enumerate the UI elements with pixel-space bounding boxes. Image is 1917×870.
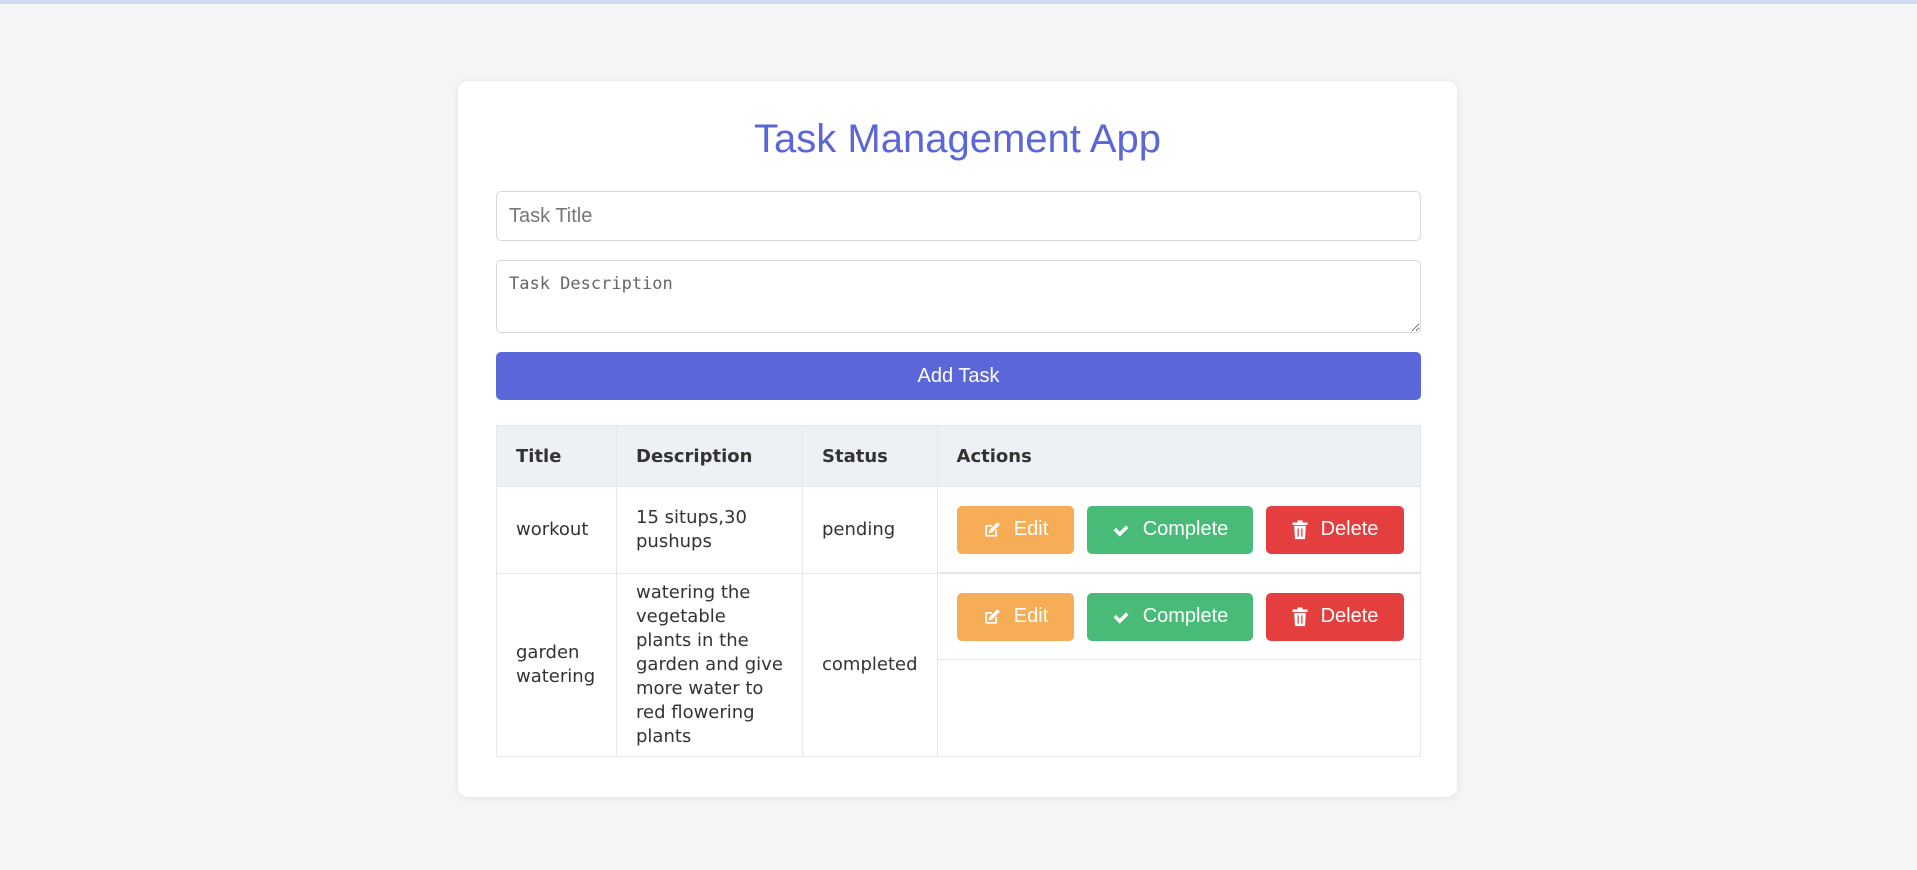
header-actions: Actions (936, 425, 1422, 487)
edit-button[interactable]: Edit (956, 505, 1074, 554)
complete-button-label: Complete (1142, 518, 1229, 540)
task-title-cell: workout (496, 486, 617, 574)
page-title: Task Management App (754, 117, 1161, 161)
header-status: Status (802, 425, 938, 487)
task-title-cell: garden watering (496, 573, 617, 757)
table-header-row: Title Description Status Actions (496, 425, 1422, 487)
task-status-cell: pending (802, 486, 938, 574)
trash-icon (1292, 519, 1308, 539)
actions-bar: Edit Complete Delete (937, 574, 1420, 660)
task-actions-cell: Edit Complete Delete (936, 573, 1422, 757)
complete-button-label: Complete (1142, 605, 1229, 627)
delete-button[interactable]: Delete (1265, 505, 1404, 554)
delete-button[interactable]: Delete (1265, 592, 1404, 641)
top-border-strip (0, 0, 1917, 4)
delete-button-label: Delete (1320, 605, 1379, 627)
task-description-cell: 15 situps,30 pushups (616, 486, 803, 574)
check-icon (1113, 611, 1129, 624)
complete-button[interactable]: Complete (1086, 592, 1253, 641)
edit-button-label: Edit (1013, 605, 1049, 627)
actions-bar: Edit Complete Delete (937, 487, 1420, 573)
edit-icon (985, 608, 1000, 624)
edit-icon (985, 521, 1000, 537)
delete-button-label: Delete (1320, 518, 1379, 540)
task-table: Title Description Status Actions workout… (496, 425, 1422, 757)
task-actions-cell: Edit Complete Delete (936, 486, 1422, 574)
edit-button-label: Edit (1013, 518, 1049, 540)
task-title-input[interactable] (496, 191, 1421, 241)
task-card: Task Management App Add Task Title Descr… (458, 81, 1457, 797)
task-status-cell: completed (802, 573, 938, 757)
table-row: workout 15 situps,30 pushups pending Edi… (496, 486, 1422, 574)
check-icon (1113, 524, 1129, 537)
edit-button[interactable]: Edit (956, 592, 1074, 641)
header-description: Description (616, 425, 803, 487)
header-title: Title (496, 425, 617, 487)
trash-icon (1292, 606, 1308, 626)
complete-button[interactable]: Complete (1086, 505, 1253, 554)
task-description-cell: watering the vegetable plants in the gar… (616, 573, 803, 757)
add-task-button[interactable]: Add Task (496, 352, 1421, 400)
table-row: garden watering watering the vegetable p… (496, 573, 1422, 757)
task-description-input[interactable] (496, 260, 1421, 333)
